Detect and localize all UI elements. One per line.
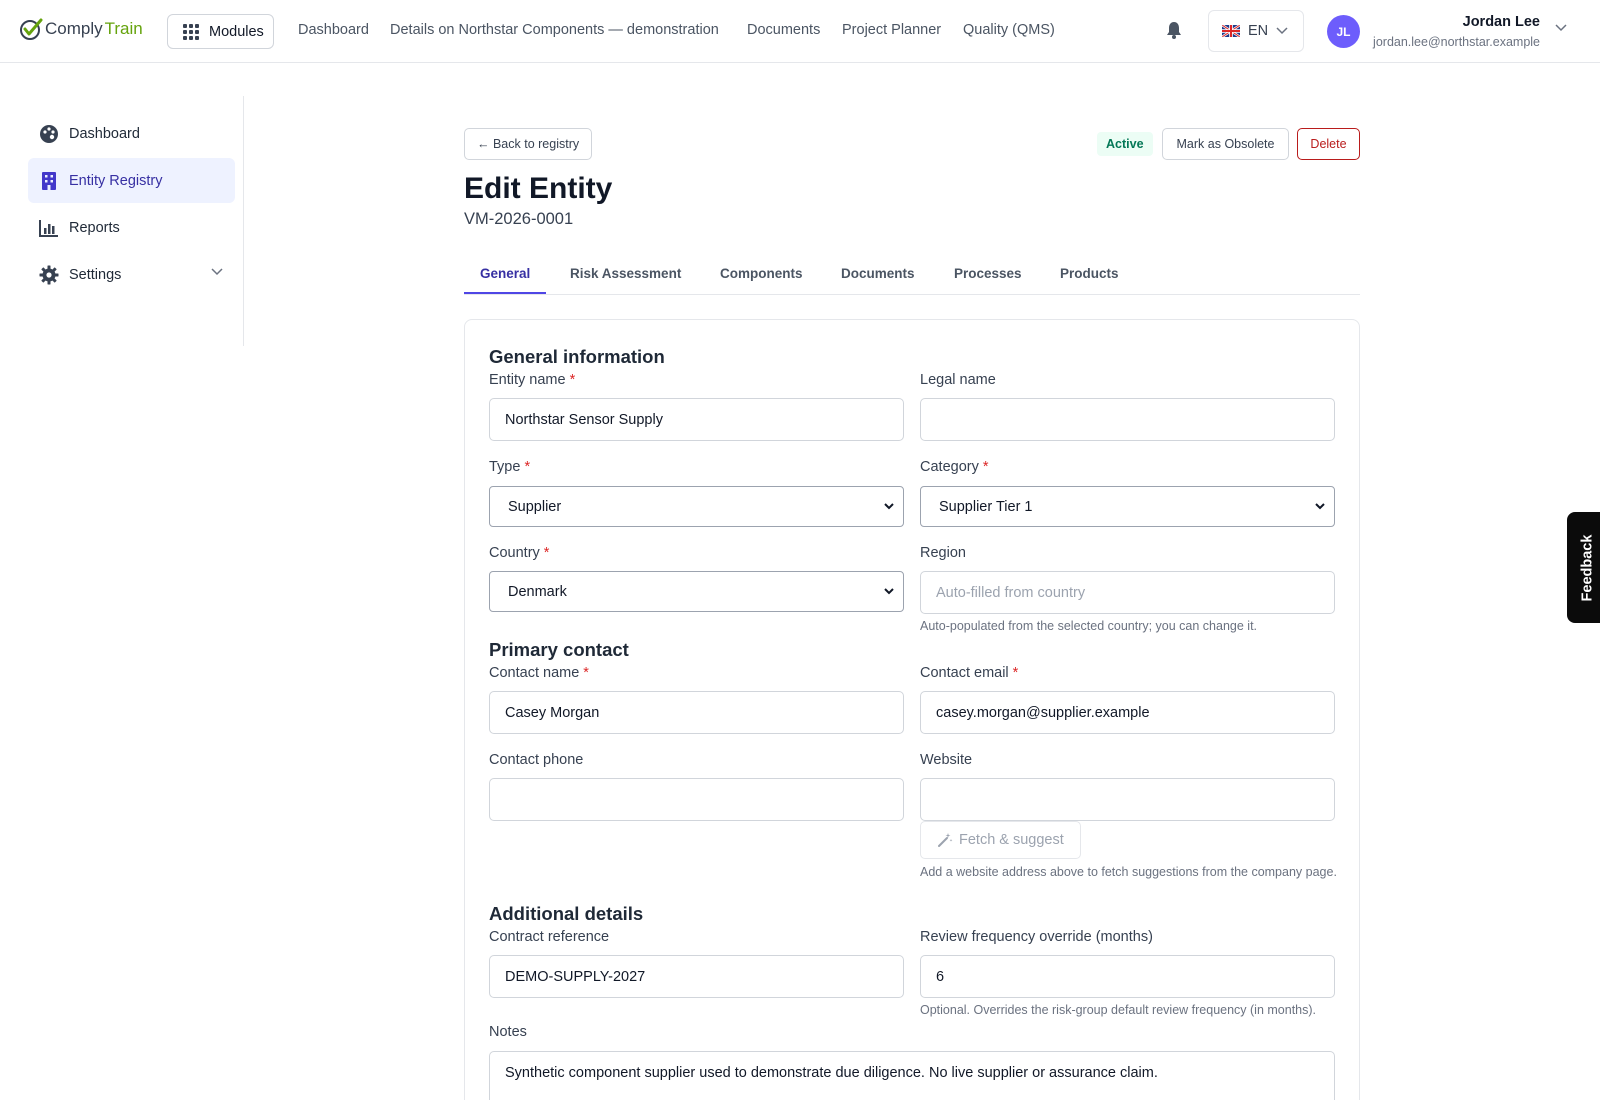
nav-link-details[interactable]: Details on Northstar Components — demons… — [390, 22, 719, 38]
website-label: Website — [920, 752, 973, 768]
uk-flag-icon — [1222, 25, 1240, 37]
bell-icon[interactable] — [1164, 20, 1184, 40]
tab-risk-assessment[interactable]: Risk Assessment — [570, 266, 681, 281]
building-icon — [39, 171, 59, 191]
contact-name-input[interactable]: Casey Morgan — [489, 691, 904, 734]
fetch-suggest-button[interactable]: Fetch & suggest — [920, 821, 1081, 859]
top-bar: Comply Train Modules Dashboard Details on… — [0, 0, 1600, 63]
sidebar-item-dashboard[interactable]: Dashboard — [28, 111, 235, 156]
palette-icon — [39, 124, 59, 144]
chevron-down-icon — [1315, 503, 1325, 510]
page-title: Edit Entity — [464, 172, 613, 205]
contract-reference-label: Contract reference — [489, 929, 610, 945]
chevron-down-icon — [884, 588, 894, 595]
contact-email-input[interactable]: casey.morgan@supplier.example — [920, 691, 1335, 734]
magic-wand-icon — [938, 833, 953, 847]
tab-documents[interactable]: Documents — [841, 266, 915, 281]
user-name: Jordan Lee — [1462, 14, 1540, 30]
contact-phone-input[interactable] — [489, 778, 904, 821]
contract-reference-input[interactable]: DEMO-SUPPLY-2027 — [489, 955, 904, 998]
mark-obsolete-button[interactable]: Mark as Obsolete — [1162, 128, 1289, 160]
sidebar-item-label: Reports — [69, 219, 120, 236]
category-select[interactable]: Supplier Tier 1 — [920, 486, 1335, 527]
notes-label: Notes — [489, 1024, 527, 1040]
gear-icon — [39, 265, 59, 285]
active-tab-indicator — [464, 292, 546, 294]
region-label: Region — [920, 545, 966, 561]
section-additional-title: Additional details — [489, 903, 644, 924]
chevron-down-icon — [1276, 27, 1288, 35]
nav-link-dashboard[interactable]: Dashboard — [298, 22, 369, 38]
entity-name-label: Entity name * — [489, 372, 576, 388]
logo-text-comply: Comply — [45, 19, 103, 38]
region-input[interactable]: Auto-filled from country — [920, 571, 1335, 614]
sidebar-item-settings[interactable]: Settings — [28, 252, 235, 297]
logo-text-train: Train — [104, 19, 143, 38]
type-select-value: Supplier — [508, 498, 562, 515]
country-select[interactable]: Denmark — [489, 571, 904, 612]
review-frequency-input[interactable]: 6 — [920, 955, 1335, 998]
sidebar-item-label: Settings — [69, 266, 122, 283]
contact-email-label: Contact email * — [920, 665, 1019, 681]
country-select-value: Denmark — [508, 583, 567, 600]
sidebar-item-label: Entity Registry — [69, 172, 163, 189]
category-label: Category * — [920, 459, 989, 475]
nav-link-documents[interactable]: Documents — [747, 22, 820, 38]
sidebar-item-entity-registry[interactable]: Entity Registry — [28, 158, 235, 203]
tab-products[interactable]: Products — [1060, 266, 1119, 281]
country-label: Country * — [489, 545, 550, 561]
region-help-text: Auto-populated from the selected country… — [920, 619, 1258, 633]
nav-link-quality[interactable]: Quality (QMS) — [963, 22, 1055, 38]
app-logo[interactable]: Comply Train — [19, 17, 143, 41]
user-menu-chevron-icon[interactable] — [1555, 24, 1567, 32]
category-select-value: Supplier Tier 1 — [939, 498, 1033, 515]
fetch-suggest-label: Fetch & suggest — [959, 832, 1064, 848]
section-general-title: General information — [489, 346, 665, 367]
delete-button[interactable]: Delete — [1297, 128, 1360, 160]
feedback-tab[interactable]: Feedback — [1567, 512, 1600, 623]
legal-name-label: Legal name — [920, 372, 996, 388]
contact-phone-label: Contact phone — [489, 752, 584, 768]
website-help-text: Add a website address above to fetch sug… — [920, 865, 1337, 879]
language-selector[interactable]: EN — [1208, 10, 1304, 52]
entity-code: VM-2026-0001 — [464, 210, 574, 228]
type-select[interactable]: Supplier — [489, 486, 904, 527]
notes-textarea[interactable]: Synthetic component supplier used to dem… — [489, 1051, 1335, 1100]
checkmark-logo-icon — [20, 18, 43, 40]
legal-name-input[interactable] — [920, 398, 1335, 441]
avatar[interactable]: JL — [1327, 15, 1360, 48]
contact-name-label: Contact name * — [489, 665, 589, 681]
feedback-label: Feedback — [1579, 534, 1595, 601]
section-contact-title: Primary contact — [489, 639, 629, 660]
entity-name-input[interactable]: Northstar Sensor Supply — [489, 398, 904, 441]
type-label: Type * — [489, 459, 531, 475]
website-input[interactable] — [920, 778, 1335, 821]
tab-general[interactable]: General — [480, 266, 530, 281]
bar-chart-icon — [39, 218, 59, 238]
nav-link-project-planner[interactable]: Project Planner — [842, 22, 941, 38]
tab-bar: General Risk Assessment Components Docum… — [464, 260, 1360, 295]
review-frequency-label: Review frequency override (months) — [920, 929, 1153, 945]
tab-processes[interactable]: Processes — [954, 266, 1022, 281]
grid-icon — [183, 23, 199, 40]
user-email: jordan.lee@northstar.example — [1373, 35, 1540, 49]
sidebar-item-label: Dashboard — [69, 125, 140, 142]
review-frequency-help-text: Optional. Overrides the risk-group defau… — [920, 1003, 1317, 1017]
status-badge: Active — [1097, 132, 1153, 156]
back-to-registry-button[interactable]: ← Back to registry — [464, 128, 593, 160]
chevron-down-icon — [884, 503, 894, 510]
chevron-down-icon — [211, 268, 223, 276]
language-label: EN — [1248, 23, 1269, 39]
modules-button[interactable]: Modules — [167, 14, 274, 49]
tab-components[interactable]: Components — [720, 266, 803, 281]
sidebar-item-reports[interactable]: Reports — [28, 205, 235, 250]
modules-label: Modules — [209, 23, 264, 40]
